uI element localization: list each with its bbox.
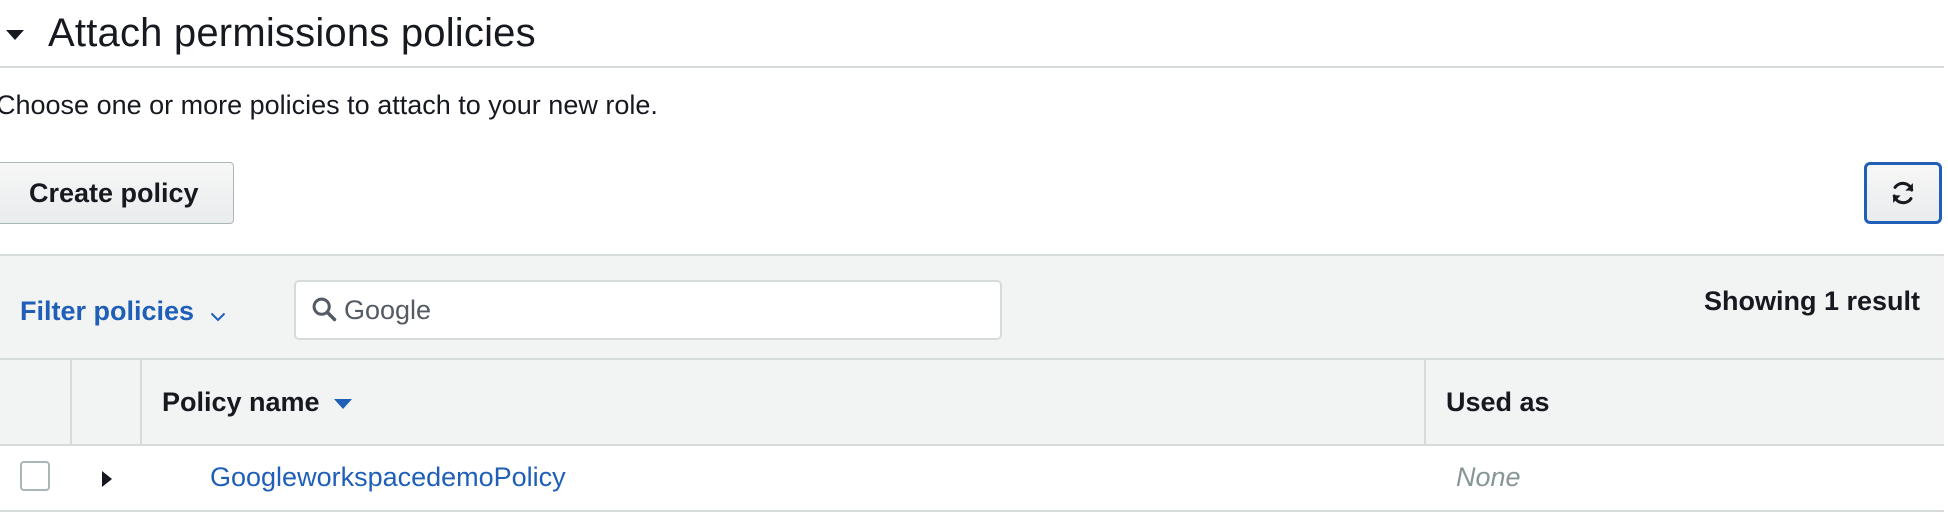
filter-policies-dropdown[interactable]: Filter policies — [20, 294, 226, 329]
filter-bar: Filter policies Showing 1 result — [0, 254, 1944, 360]
search-input[interactable] — [342, 293, 946, 327]
header-policy-name[interactable]: Policy name — [140, 360, 1424, 444]
used-as-value: None — [1456, 462, 1521, 492]
search-box[interactable] — [294, 280, 1002, 340]
header-used-as[interactable]: Used as — [1424, 360, 1944, 444]
section-description: Choose one or more policies to attach to… — [0, 90, 658, 120]
table-row[interactable]: GoogleworkspacedemoPolicy None — [0, 446, 1944, 512]
filter-policies-label: Filter policies — [20, 296, 195, 326]
header-expand-column — [70, 360, 140, 444]
sort-descending-icon[interactable] — [333, 398, 352, 409]
row-checkbox[interactable] — [20, 461, 50, 491]
collapse-caret-icon[interactable] — [6, 30, 24, 40]
policy-name-link[interactable]: GoogleworkspacedemoPolicy — [210, 462, 566, 493]
refresh-icon — [1889, 179, 1917, 207]
refresh-button[interactable] — [1864, 162, 1942, 224]
table-header: Policy name Used as — [0, 360, 1944, 446]
policy-name-header-label: Policy name — [162, 387, 320, 417]
search-icon — [310, 295, 338, 328]
create-policy-button[interactable]: Create policy — [0, 162, 234, 224]
used-as-header-label: Used as — [1446, 387, 1550, 417]
section-header[interactable]: Attach permissions policies — [0, 0, 1944, 68]
section-title: Attach permissions policies — [48, 10, 536, 55]
header-select-column — [0, 360, 70, 444]
attach-permissions-page: Attach permissions policies Choose one o… — [0, 0, 1948, 512]
result-count: Showing 1 result — [1703, 286, 1920, 316]
chevron-down-icon — [210, 298, 226, 329]
expand-row-icon[interactable] — [102, 471, 112, 487]
